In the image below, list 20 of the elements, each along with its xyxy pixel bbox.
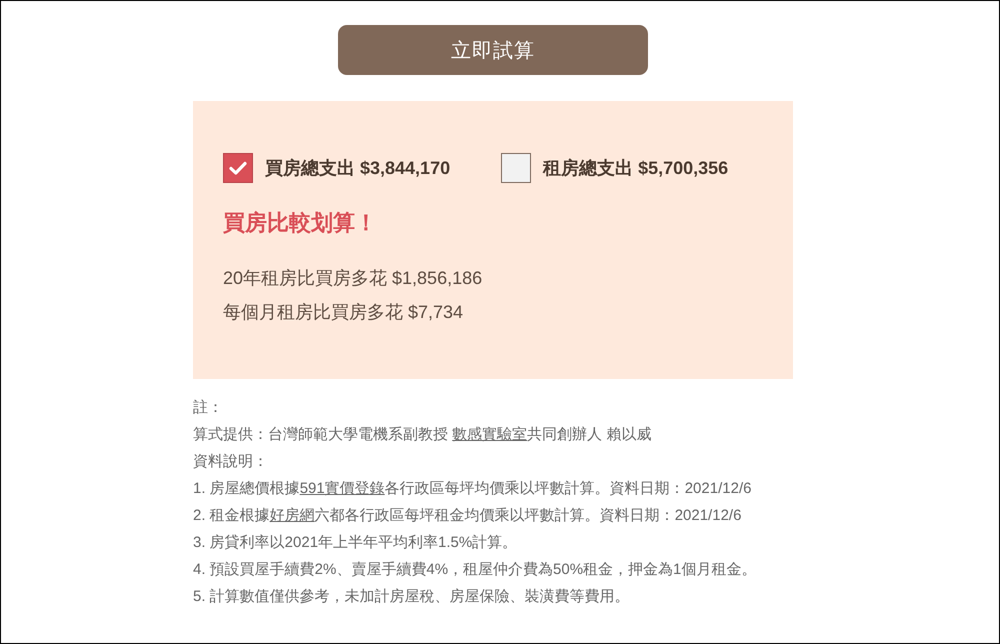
check-icon [229, 161, 247, 175]
calculate-button[interactable]: 立即試算 [338, 25, 648, 75]
checkbox[interactable] [223, 153, 253, 183]
option-label: 買房總支出 $3,844,170 [265, 157, 450, 180]
data-note: 5. 計算數值僅供參考，未加計房屋稅、房屋保險、裝潢費等費用。 [193, 587, 630, 607]
option-label: 租房總支出 $5,700,356 [543, 157, 728, 180]
data-note: 2. 租金根據好房網六都各行政區每坪租金均價乘以坪數計算。資料日期：2021/12/6 [193, 506, 742, 526]
link[interactable]: 591實價登錄 [300, 480, 385, 497]
link[interactable]: 數感實驗室 [452, 426, 528, 443]
link[interactable]: 好房網 [270, 507, 315, 524]
notes-heading: 註： [193, 398, 223, 418]
data-heading: 資料說明： [193, 452, 268, 472]
result-detail: 20年租房比買房多花 $1,856,186 [223, 267, 482, 290]
checkbox[interactable] [501, 153, 532, 183]
credit-note: 算式提供：台灣師範大學電機系副教授 數感實驗室共同創辦人 賴以威 [193, 425, 652, 445]
data-note: 1. 房屋總價根據591實價登錄各行政區每坪均價乘以坪數計算。資料日期：2021/12/6 [193, 479, 752, 499]
data-note: 3. 房貸利率以2021年上半年平均利率1.5%計算。 [193, 533, 518, 553]
verdict-heading: 買房比較划算！ [223, 209, 377, 237]
result-detail: 每個月租房比買房多花 $7,734 [223, 301, 464, 324]
data-note: 4. 預設買屋手續費2%、賣屋手續費4%，租屋仲介費為50%租金，押金為1個月租金。 [193, 560, 756, 580]
